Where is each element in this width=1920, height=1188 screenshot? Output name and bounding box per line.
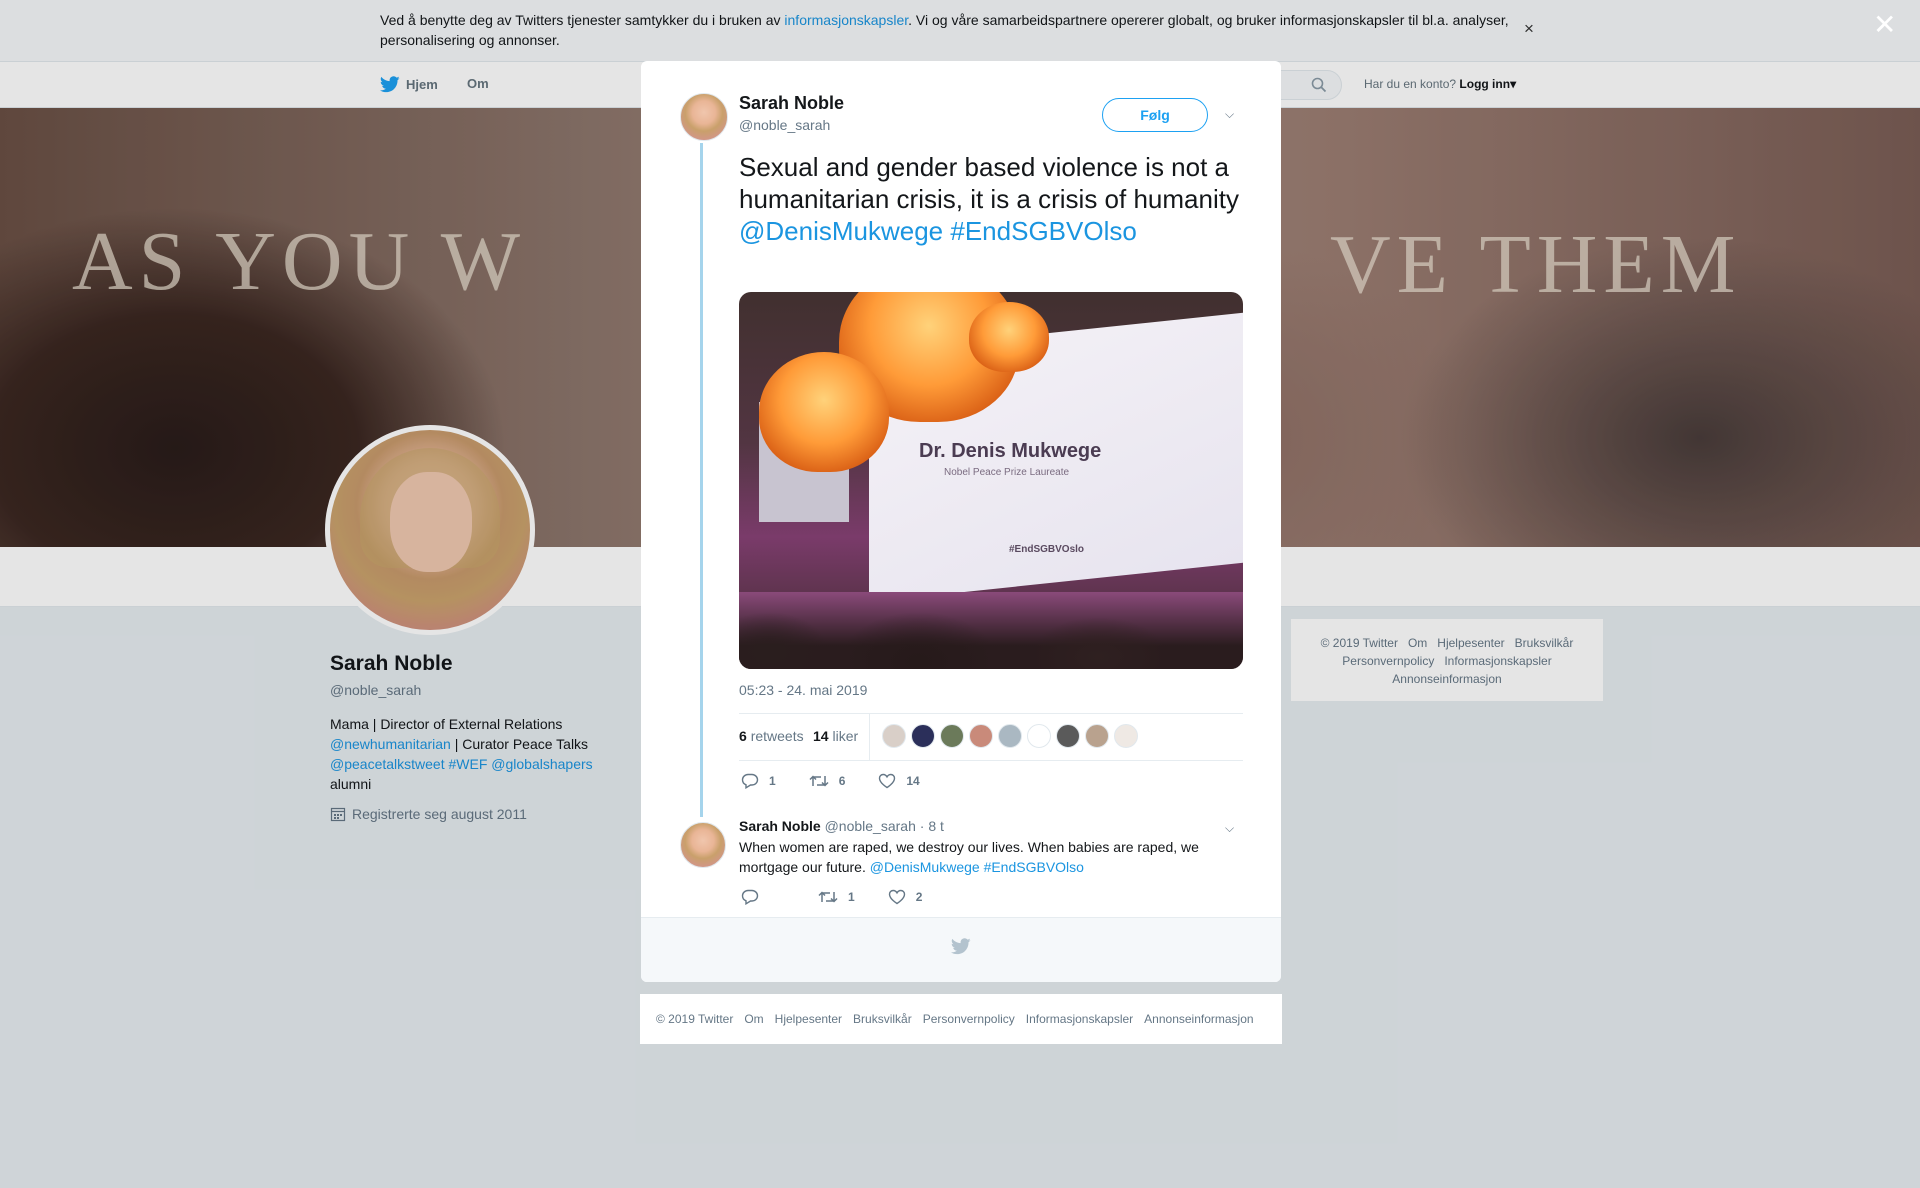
modal-footer: [641, 917, 1281, 982]
hashtag-link[interactable]: #EndSGBVOlso: [984, 859, 1084, 875]
liker-avatar[interactable]: [1085, 724, 1109, 748]
tweet-author-avatar[interactable]: [680, 93, 728, 141]
reply-header: Sarah Noble @noble_sarah · 8 t: [739, 818, 944, 834]
retweet-icon: [809, 775, 829, 787]
liker-avatar[interactable]: [998, 724, 1022, 748]
footer-link[interactable]: © 2019 Twitter: [656, 1012, 733, 1026]
footer-link[interactable]: Om: [744, 1012, 763, 1026]
reply-author-name[interactable]: Sarah Noble: [739, 818, 821, 834]
thread-connector-line: [700, 143, 703, 817]
twitter-bird-icon: [951, 938, 971, 955]
tweet-photo[interactable]: Dr. Denis Mukwege Nobel Peace Prize Laur…: [739, 292, 1243, 669]
stats-divider: [869, 714, 870, 760]
likes-stat[interactable]: 14 liker: [813, 728, 858, 744]
photo-chandelier: [759, 352, 889, 472]
footer-link[interactable]: Personvernpolicy: [923, 1012, 1015, 1026]
like-button[interactable]: 2: [888, 889, 922, 905]
photo-screen-title: Dr. Denis Mukwege: [919, 440, 1102, 462]
liker-avatar[interactable]: [940, 724, 964, 748]
heart-icon: [879, 773, 896, 789]
footer-link[interactable]: Informasjonskapsler: [1026, 1012, 1133, 1026]
footer-link[interactable]: Annonseinformasjon: [1144, 1012, 1253, 1026]
tweet-permalink-modal: Sarah Noble @noble_sarah Følg ⌵ Sexual a…: [641, 61, 1281, 982]
tweet-actions: 1 6 14: [741, 773, 953, 789]
close-icon[interactable]: ✕: [1873, 10, 1896, 40]
mention-link[interactable]: @DenisMukwege: [739, 216, 943, 246]
reply-icon: [741, 773, 759, 789]
like-button[interactable]: 14: [878, 773, 920, 789]
photo-chandelier: [969, 302, 1049, 372]
tweet-text: Sexual and gender based violence is not …: [739, 152, 1239, 246]
tweet-author-handle[interactable]: @noble_sarah: [739, 117, 830, 133]
reply-button[interactable]: 1: [741, 773, 776, 789]
liker-avatar[interactable]: [1027, 724, 1051, 748]
modal-backdrop[interactable]: ✕ Sarah Noble @noble_sarah Følg ⌵ Sexual…: [0, 0, 1920, 1188]
liker-avatar[interactable]: [1056, 724, 1080, 748]
reply-button[interactable]: [741, 889, 785, 905]
heart-icon: [888, 889, 905, 905]
liker-avatars: [882, 724, 1138, 748]
liker-avatar[interactable]: [911, 724, 935, 748]
follow-button[interactable]: Følg: [1102, 98, 1208, 132]
mention-link[interactable]: @DenisMukwege: [870, 859, 980, 875]
chevron-down-icon[interactable]: ⌵: [1225, 821, 1234, 836]
photo-screen-hashtag: #EndSGBVOslo: [1009, 544, 1085, 555]
footer-link[interactable]: Bruksvilkår: [853, 1012, 912, 1026]
chevron-down-icon[interactable]: ⌵: [1225, 107, 1234, 122]
retweets-stat[interactable]: 6 retweets: [739, 728, 804, 744]
reply-author-avatar[interactable]: [680, 822, 726, 868]
reply-author-handle[interactable]: @noble_sarah: [825, 818, 916, 834]
retweet-button[interactable]: 6: [809, 773, 845, 789]
reply-actions: 1 2: [741, 889, 955, 905]
retweet-button[interactable]: 1: [818, 889, 855, 905]
footer-link[interactable]: Hjelpesenter: [775, 1012, 842, 1026]
liker-avatar[interactable]: [882, 724, 906, 748]
tweet-timestamp[interactable]: 05:23 - 24. mai 2019: [739, 682, 867, 698]
liker-avatar[interactable]: [969, 724, 993, 748]
tweet-stats: 6 retweets 14 liker: [739, 713, 1243, 761]
reply-text: When women are raped, we destroy our liv…: [739, 839, 1199, 875]
hashtag-link[interactable]: #EndSGBVOlso: [950, 216, 1136, 246]
reply-time[interactable]: · 8 t: [920, 818, 944, 834]
tweet-author-name[interactable]: Sarah Noble: [739, 93, 844, 114]
reply-icon: [741, 889, 759, 905]
liker-avatar[interactable]: [1114, 724, 1138, 748]
photo-screen-subtitle: Nobel Peace Prize Laureate: [944, 467, 1070, 478]
retweet-icon: [818, 891, 838, 903]
photo-audience: [739, 592, 1243, 669]
modal-footer-links: © 2019 Twitter Om Hjelpesenter Bruksvilk…: [640, 994, 1282, 1044]
